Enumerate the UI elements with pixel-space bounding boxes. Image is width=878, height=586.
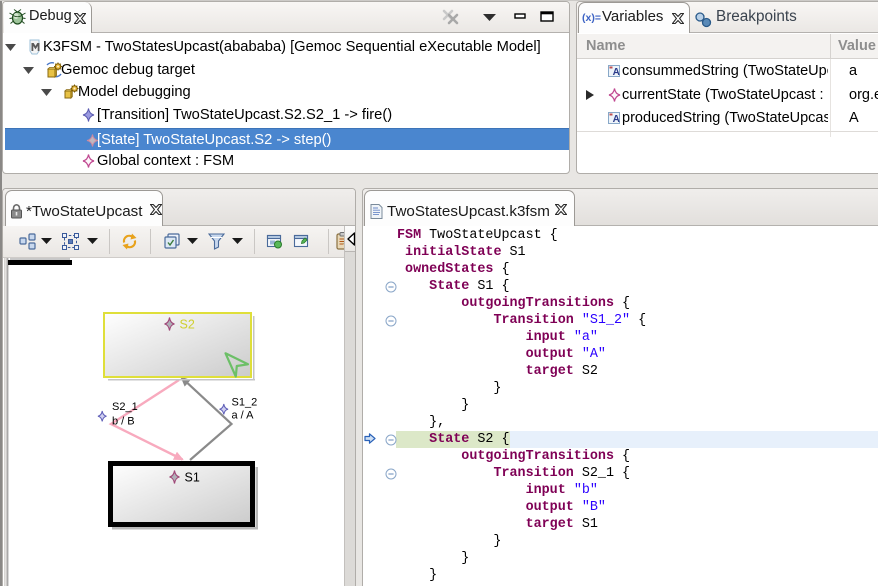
svg-text:S2_1: S2_1 <box>112 401 138 413</box>
svg-text:S2: S2 <box>180 318 195 332</box>
svg-text:A: A <box>613 67 620 77</box>
svg-text:S1: S1 <box>185 471 200 485</box>
svg-text:S1_2: S1_2 <box>232 397 258 409</box>
svg-text:a / A: a / A <box>232 410 255 422</box>
svg-text:b / B: b / B <box>112 416 135 428</box>
svg-text:A: A <box>613 114 620 124</box>
